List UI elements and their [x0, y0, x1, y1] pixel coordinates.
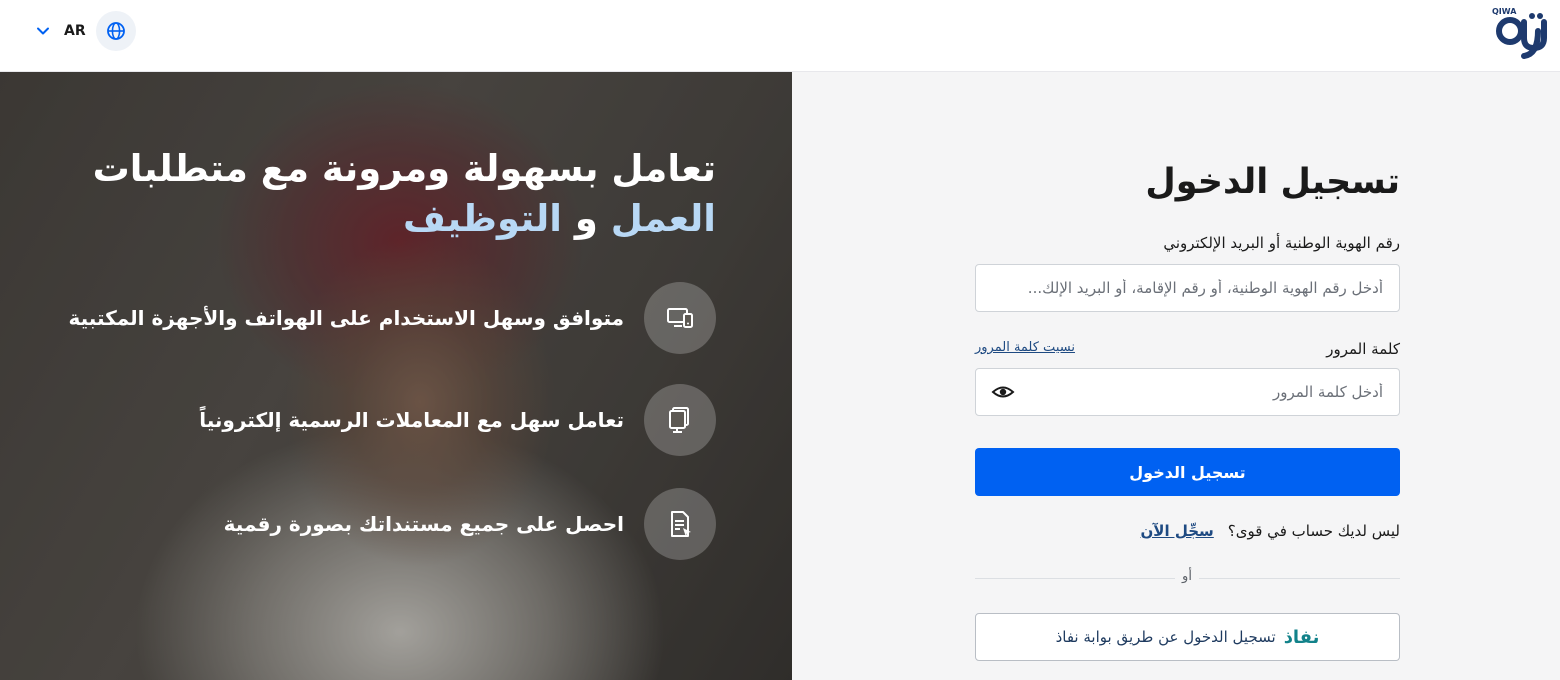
register-link[interactable]: سجِّل الآن [1141, 522, 1214, 540]
national-id-input[interactable] [975, 264, 1400, 312]
no-account-text: ليس لديك حساب في قوى؟ [1227, 522, 1400, 540]
register-row: ليس لديك حساب في قوى؟ سجِّل الآن [1141, 522, 1401, 540]
language-switcher[interactable]: AR [32, 11, 136, 51]
digital-document-icon [644, 488, 716, 560]
headline-line-1: تعامل بسهولة ومرونة مع متطلبات [92, 147, 716, 190]
svg-text:QIWA: QIWA [1492, 7, 1517, 16]
feature-text: تعامل سهل مع المعاملات الرسمية إلكترونيا… [199, 408, 624, 432]
nafath-logo: نفاذ [1283, 626, 1320, 648]
language-code[interactable]: AR [64, 23, 86, 39]
feature-text: متوافق وسهل الاستخدام على الهواتف والأجه… [68, 306, 624, 330]
globe-icon[interactable] [95, 11, 136, 51]
eye-icon[interactable] [991, 380, 1015, 404]
qiwa-logo[interactable]: QIWA [1488, 4, 1552, 60]
top-bar: AR QIWA [0, 0, 1560, 72]
headline-and: و [574, 197, 598, 240]
login-title: تسجيل الدخول [1145, 162, 1400, 202]
headline-word-work: العمل [610, 197, 716, 240]
login-panel: تسجيل الدخول رقم الهوية الوطنية أو البري… [792, 72, 1560, 680]
feature-item-devices: متوافق وسهل الاستخدام على الهواتف والأجه… [69, 282, 716, 354]
hero-headline: تعامل بسهولة ومرونة مع متطلبات العمل و ا… [76, 144, 716, 244]
nafath-label: تسجيل الدخول عن طريق بوابة نفاذ [1055, 628, 1276, 646]
chevron-down-icon[interactable] [32, 20, 54, 42]
feature-item-digital-documents: احصل على جميع مستنداتك بصورة رقمية [224, 488, 716, 560]
nafath-login-button[interactable]: نفاذ تسجيل الدخول عن طريق بوابة نفاذ [975, 613, 1400, 661]
password-label: كلمة المرور [1326, 340, 1400, 358]
or-separator: أو [1175, 569, 1199, 584]
login-button[interactable]: تسجيل الدخول [975, 448, 1400, 496]
forgot-password-link[interactable]: نسيت كلمة المرور [975, 340, 1075, 355]
password-input[interactable] [975, 368, 1400, 416]
devices-icon [644, 282, 716, 354]
feature-text: احصل على جميع مستنداتك بصورة رقمية [223, 512, 624, 536]
feature-item-documents: تعامل سهل مع المعاملات الرسمية إلكترونيا… [199, 384, 716, 456]
id-label: رقم الهوية الوطنية أو البريد الإلكتروني [1163, 234, 1400, 252]
hero-banner: تعامل بسهولة ومرونة مع متطلبات العمل و ا… [0, 72, 792, 680]
headline-word-employment: التوظيف [403, 197, 562, 240]
documents-icon [644, 384, 716, 456]
